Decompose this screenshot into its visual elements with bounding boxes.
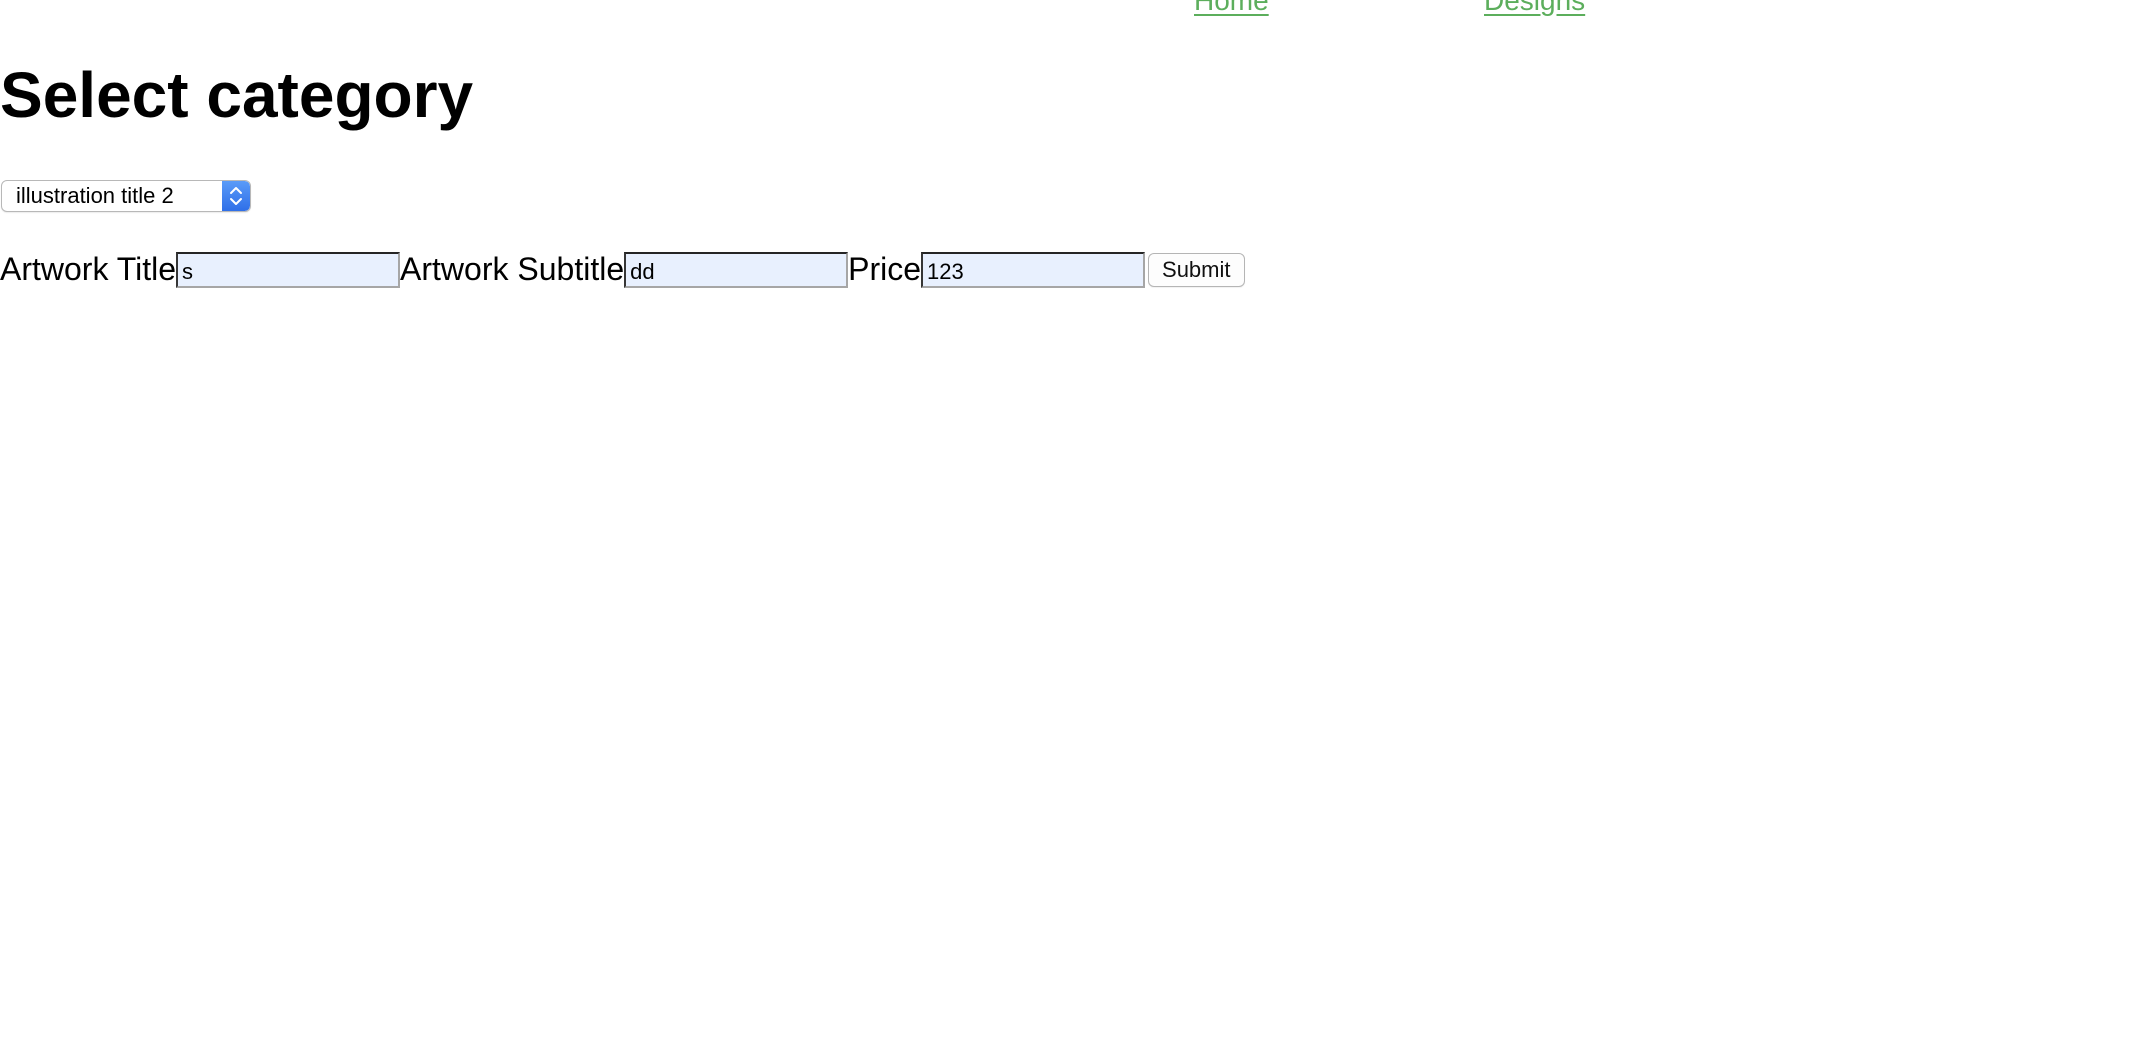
select-chevron-updown-icon [222, 181, 250, 211]
price-input[interactable] [921, 252, 1146, 288]
nav-link-home[interactable]: Home [1194, 0, 1269, 16]
nav-link-designs[interactable]: Designs [1484, 0, 1585, 16]
artwork-subtitle-input[interactable] [624, 252, 849, 288]
category-select[interactable]: illustration title 2 [1, 180, 251, 212]
category-select-value: illustration title 2 [16, 183, 174, 208]
artwork-title-input[interactable] [176, 252, 401, 288]
artwork-form: Artwork Title Artwork Subtitle Price Sub… [0, 248, 1245, 288]
price-label: Price [848, 251, 922, 287]
page: Home Designs Select category illustratio… [0, 0, 2144, 1056]
submit-button[interactable]: Submit [1148, 253, 1245, 287]
top-nav: Home Designs [0, 0, 2144, 16]
artwork-title-label: Artwork Title [0, 251, 177, 287]
artwork-subtitle-label: Artwork Subtitle [400, 251, 625, 287]
page-title: Select category [0, 59, 474, 131]
